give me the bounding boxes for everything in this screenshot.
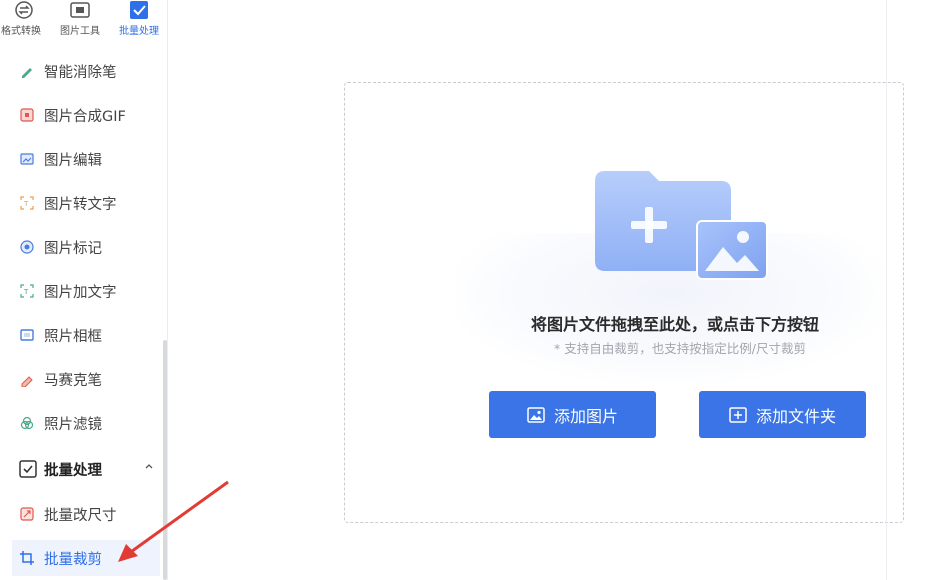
image-icon [527,406,545,423]
batch-icon [18,459,38,479]
menu-item-mosaic-pen[interactable]: 马赛克笔 [12,361,160,397]
svg-text:T: T [23,200,29,208]
annotation-arrow-icon [118,480,229,562]
menu-item-image-edit[interactable]: 图片编辑 [12,141,160,177]
menu-item-label: 图片编辑 [44,152,102,169]
tab-format-convert[interactable]: 格式转换 [0,0,48,44]
tab-label: 格式转换 [1,26,41,37]
menu-item-image-to-text[interactable]: T 图片转文字 [12,185,160,221]
menu-item-photo-frame[interactable]: 照片相框 [12,317,160,353]
file-drop-zone[interactable]: 将图片文件拖拽至此处，或点击下方按钮 * 支持自由裁剪，也支持按指定比例/尺寸裁… [344,82,904,523]
menu-item-gif[interactable]: 图片合成GIF [12,97,160,133]
crop-icon [18,549,36,567]
image-edit-icon [18,150,36,168]
folder-plus-icon [729,406,747,423]
add-image-label: 添加图片 [553,406,618,426]
menu-item-label: 图片合成GIF [44,108,126,125]
menu-item-label: 图片加文字 [44,284,117,301]
add-text-icon: T [18,282,36,300]
menu-item-label: 智能消除笔 [44,64,117,81]
tab-label: 批量处理 [119,26,159,37]
panel-divider [886,0,887,580]
mosaic-pen-icon [18,370,36,388]
menu-item-add-text[interactable]: T 图片加文字 [12,273,160,309]
menu-item-label: 照片滤镜 [44,416,102,433]
menu-item-label: 马赛克笔 [44,372,102,389]
eraser-pen-icon [18,62,36,80]
resize-icon [18,505,36,523]
tab-image-tools[interactable]: 图片工具 [54,0,106,44]
menu-group-label: 批量处理 [44,462,102,479]
menu-item-label: 批量裁剪 [44,551,102,568]
menu-item-label: 批量改尺寸 [44,507,117,524]
menu-item-image-mark[interactable]: 图片标记 [12,229,160,265]
add-folder-label: 添加文件夹 [755,406,836,426]
menu-item-label: 图片标记 [44,240,102,257]
tab-batch-process[interactable]: 批量处理 [112,0,166,44]
batch-check-icon [130,1,148,19]
image-tools-icon [70,2,90,18]
add-image-button[interactable]: 添加图片 [489,391,656,438]
frame-icon [18,326,36,344]
menu-item-label: 照片相框 [44,328,102,345]
image-to-text-icon: T [18,194,36,212]
menu-item-smart-eraser[interactable]: 智能消除笔 [12,53,160,89]
add-folder-illustration-icon [595,171,768,280]
drop-zone-title: 将图片文件拖拽至此处，或点击下方按钮 [530,315,819,334]
convert-icon [15,1,33,19]
svg-text:T: T [23,288,29,296]
add-folder-button[interactable]: 添加文件夹 [699,391,866,438]
menu-item-photo-filter[interactable]: 照片滤镜 [12,405,160,441]
chevron-up-icon[interactable] [144,461,154,471]
top-tabs: 格式转换 图片工具 批量处理 [0,0,168,46]
drop-zone-hint: * 支持自由裁剪，也支持按指定比例/尺寸裁剪 [554,341,806,356]
gif-icon [18,106,36,124]
tab-label: 图片工具 [60,26,100,37]
menu-item-label: 图片转文字 [44,196,117,213]
filter-icon [18,414,36,432]
mark-icon [18,238,36,256]
